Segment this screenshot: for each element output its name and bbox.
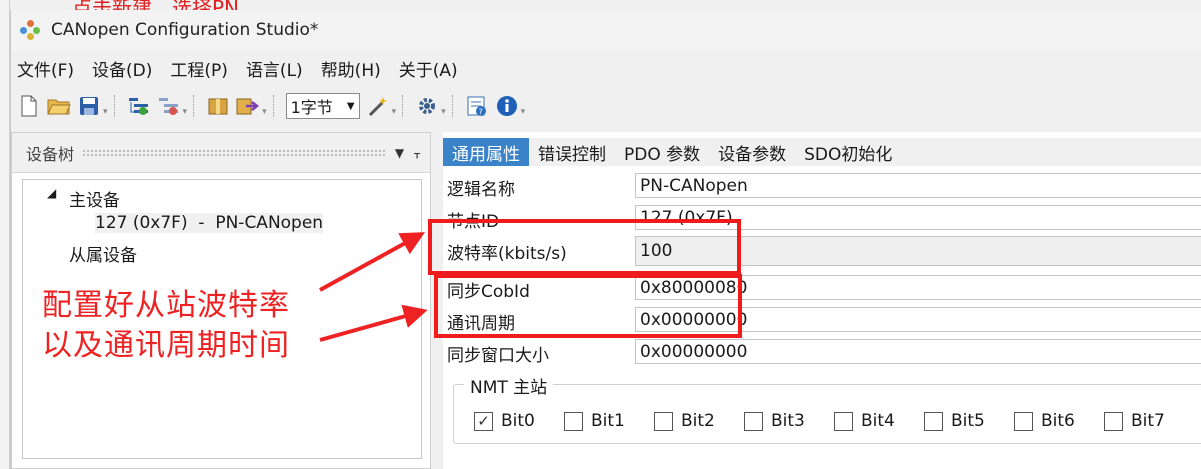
annotation-arrows [319, 232, 428, 342]
annotation-arrow-lower [319, 304, 428, 342]
annotation-arrow-upper [319, 232, 426, 292]
